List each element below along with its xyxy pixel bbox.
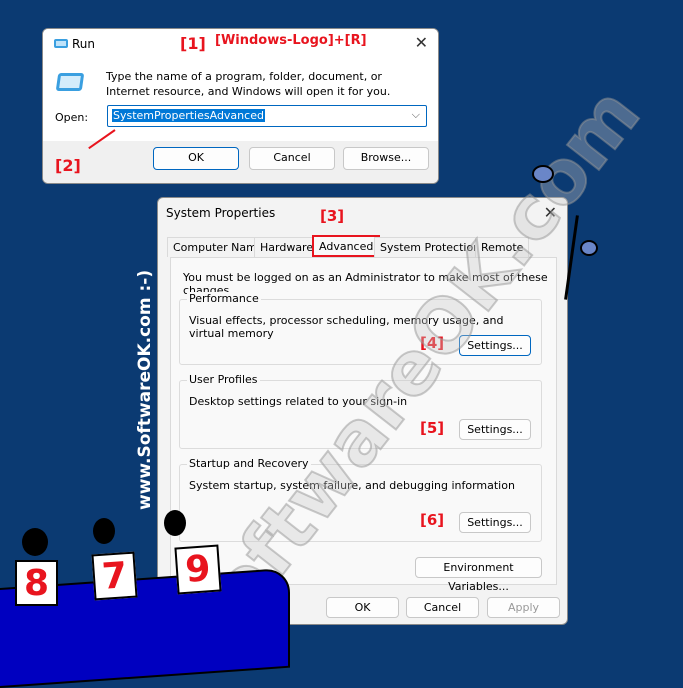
tab-hardware[interactable]: Hardware bbox=[254, 237, 320, 257]
cancel-button[interactable]: Cancel bbox=[406, 597, 479, 618]
annotation-1: [1] bbox=[180, 34, 206, 53]
judge-head bbox=[22, 528, 48, 556]
chevron-down-icon[interactable]: ⌵ bbox=[412, 108, 420, 122]
apply-button[interactable]: Apply bbox=[487, 597, 560, 618]
startup-recovery-settings-button[interactable]: Settings... bbox=[459, 512, 531, 533]
judge-head bbox=[164, 510, 186, 536]
open-label: Open: bbox=[55, 111, 89, 124]
open-input-value[interactable]: SystemPropertiesAdvanced bbox=[112, 109, 265, 122]
scorecard: 7 bbox=[91, 551, 138, 601]
climbers-illustration bbox=[520, 155, 600, 305]
run-title: Run bbox=[72, 37, 96, 51]
run-icon bbox=[55, 73, 85, 91]
annotation-1-text: [Windows-Logo]+[R] bbox=[215, 33, 367, 48]
scorecard: 8 bbox=[15, 560, 58, 606]
run-dialog: Run ✕ [1] [Windows-Logo]+[R] Type the na… bbox=[42, 28, 439, 184]
annotation-3: [3] bbox=[320, 207, 345, 225]
run-app-icon bbox=[54, 39, 68, 48]
sysprops-title: System Properties bbox=[166, 206, 276, 220]
performance-label: Performance bbox=[187, 292, 261, 305]
environment-variables-button[interactable]: Environment Variables... bbox=[415, 557, 542, 593]
run-ok-button[interactable]: OK bbox=[153, 147, 239, 170]
run-description: Type the name of a program, folder, docu… bbox=[106, 70, 391, 98]
run-browse-button[interactable]: Browse... bbox=[343, 147, 429, 170]
annotation-6: [6] bbox=[420, 511, 445, 529]
judge-head bbox=[93, 518, 115, 544]
close-icon[interactable]: ✕ bbox=[415, 33, 428, 52]
user-profiles-label: User Profiles bbox=[187, 373, 260, 386]
run-cancel-button[interactable]: Cancel bbox=[249, 147, 335, 170]
tab-advanced[interactable]: Advanced bbox=[312, 235, 381, 257]
watermark-vertical: www.SoftwareOK.com :-) bbox=[135, 269, 155, 510]
user-profiles-settings-button[interactable]: Settings... bbox=[459, 419, 531, 440]
ok-button[interactable]: OK bbox=[326, 597, 399, 618]
open-combobox[interactable]: SystemPropertiesAdvanced ⌵ bbox=[107, 105, 427, 127]
scorecard: 9 bbox=[174, 544, 222, 595]
annotation-2: [2] bbox=[55, 156, 81, 175]
